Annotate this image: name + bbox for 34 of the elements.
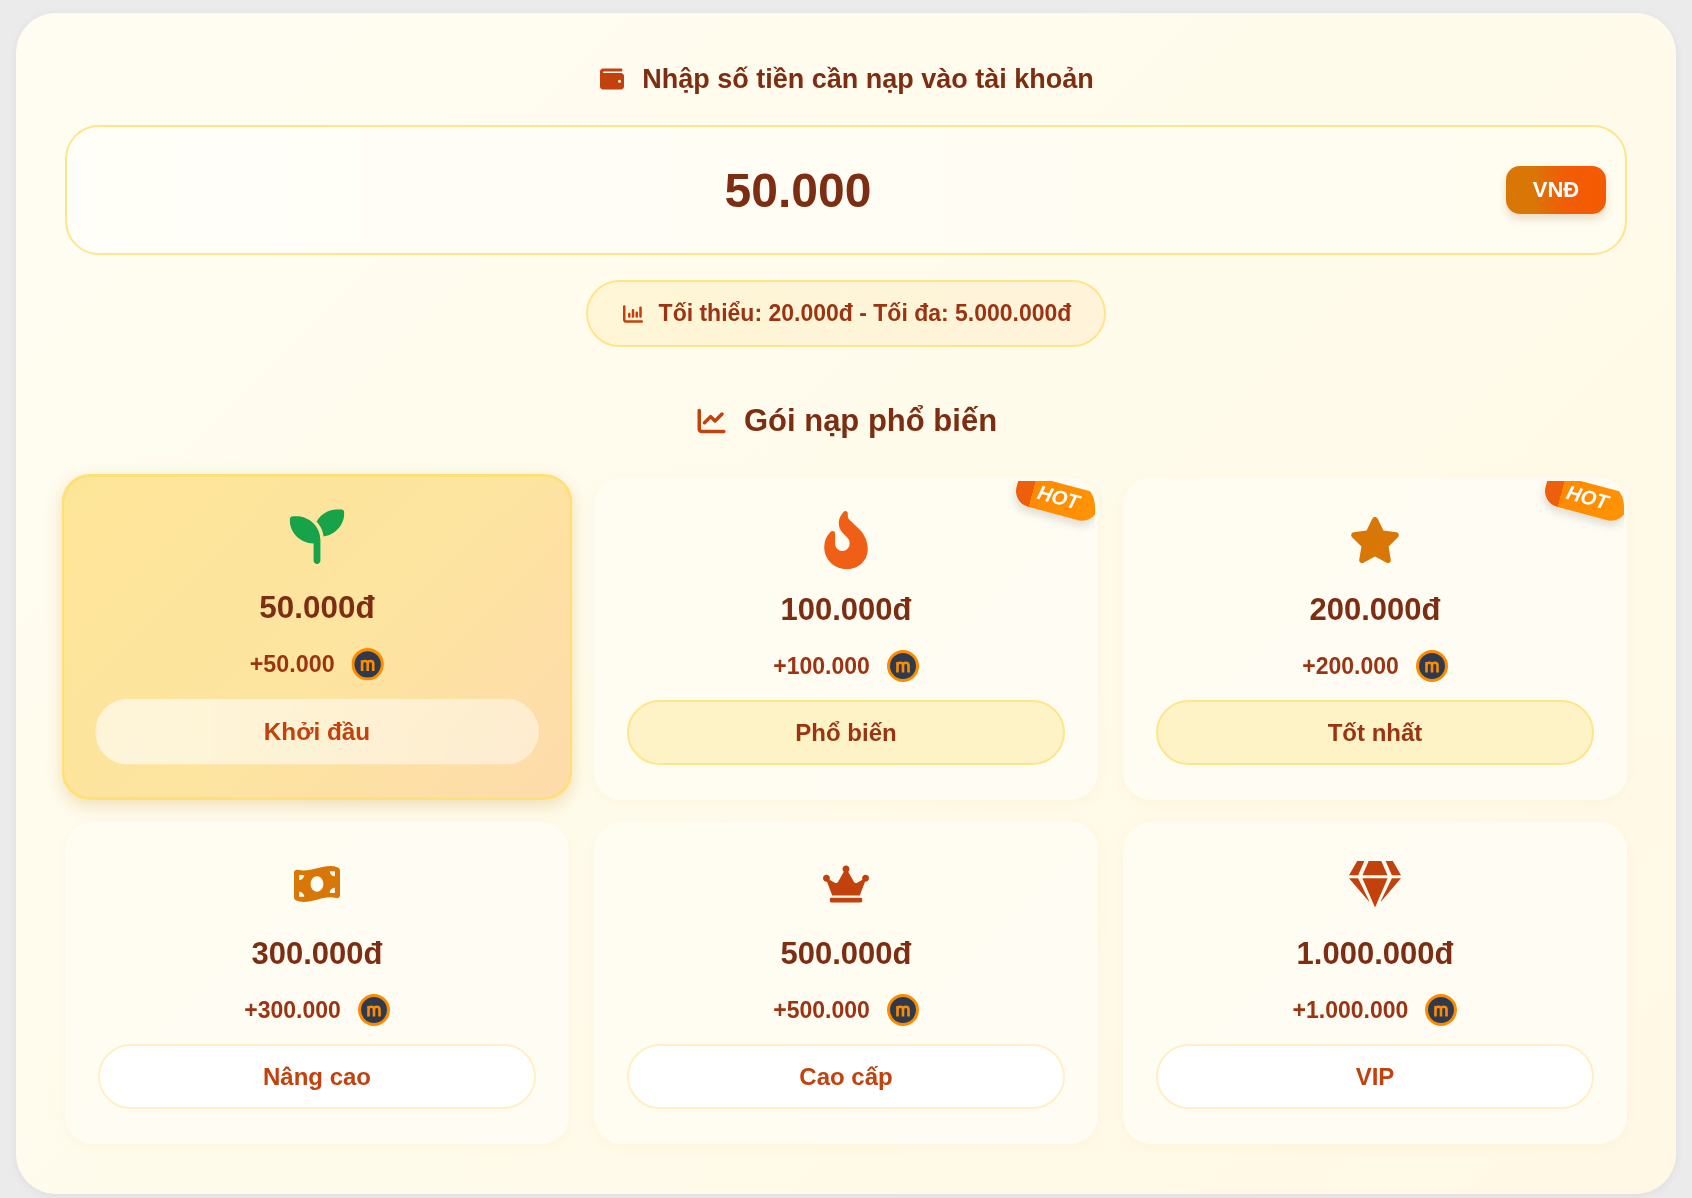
bonus-amount: +1.000.000: [1292, 996, 1409, 1024]
tier-button[interactable]: VIP: [1156, 1044, 1594, 1109]
coin-icon: [886, 994, 919, 1026]
tier-button[interactable]: Phổ biến: [627, 700, 1065, 765]
package-price: 100.000đ: [780, 592, 912, 628]
package-price: 200.000đ: [1309, 592, 1441, 628]
coin-icon: [357, 994, 390, 1026]
package-price: 1.000.000đ: [1296, 936, 1454, 972]
tier-button[interactable]: Tốt nhất: [1156, 700, 1594, 765]
currency-badge: VNĐ: [1506, 166, 1606, 214]
package-card[interactable]: 300.000đ +300.000 Nâng cao: [65, 822, 569, 1144]
coin-icon: [1425, 994, 1458, 1026]
coin-icon: [1415, 650, 1448, 682]
star-icon: [1349, 514, 1401, 566]
package-card[interactable]: 500.000đ +500.000 Cao cấp: [594, 822, 1098, 1144]
tier-button[interactable]: Nâng cao: [98, 1044, 536, 1109]
coin-icon: [886, 650, 919, 682]
package-card[interactable]: HOT 100.000đ +100.000 Phổ biến: [594, 478, 1098, 800]
section-heading: Gói nạp phổ biến: [743, 403, 998, 439]
bonus-amount: +100.000: [773, 652, 870, 680]
amount-title: Nhập số tiền cần nạp vào tài khoản: [642, 63, 1094, 95]
package-card[interactable]: HOT 200.000đ +200.000 Tốt nhất: [1123, 478, 1627, 800]
limits-text: Tối thiểu: 20.000đ - Tối đa: 5.000.000đ: [658, 300, 1072, 327]
line-chart-icon: [694, 407, 728, 435]
package-card[interactable]: 1.000.000đ +1.000.000 VIP: [1123, 822, 1627, 1144]
package-price: 500.000đ: [780, 936, 912, 972]
bonus-amount: +500.000: [773, 996, 870, 1024]
tier-button[interactable]: Cao cấp: [627, 1044, 1065, 1109]
bonus-amount: +300.000: [244, 996, 341, 1024]
bar-chart-icon: [620, 303, 645, 324]
sprout-icon: [289, 509, 345, 565]
wallet-icon: [598, 67, 627, 91]
package-price: 300.000đ: [251, 936, 383, 972]
bonus-amount: +200.000: [1302, 652, 1399, 680]
